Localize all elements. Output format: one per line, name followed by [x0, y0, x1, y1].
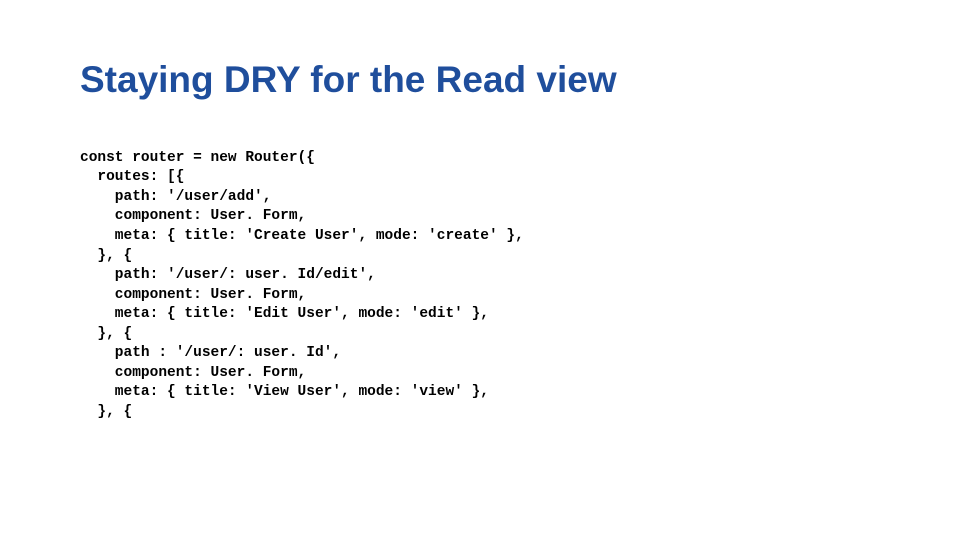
code-line: }, { — [80, 404, 132, 420]
code-line: meta: { title: 'Edit User', mode: 'edit'… — [80, 306, 489, 322]
slide-title: Staying DRY for the Read view — [80, 60, 880, 101]
code-line: component: User. Form, — [80, 208, 306, 224]
code-line: component: User. Form, — [80, 287, 306, 303]
code-block: const router = new Router({ routes: [{ p… — [80, 149, 880, 423]
slide: Staying DRY for the Read view const rout… — [0, 0, 960, 540]
code-line: }, { — [80, 248, 132, 264]
code-line: component: User. Form, — [80, 365, 306, 381]
code-line: path: '/user/: user. Id/edit', — [80, 267, 376, 283]
code-line: meta: { title: 'View User', mode: 'view'… — [80, 384, 489, 400]
code-line: routes: [{ — [80, 169, 184, 185]
code-line: meta: { title: 'Create User', mode: 'cre… — [80, 228, 524, 244]
code-line: path : '/user/: user. Id', — [80, 345, 341, 361]
code-line: }, { — [80, 326, 132, 342]
code-line: const router = new Router({ — [80, 150, 315, 166]
code-line: path: '/user/add', — [80, 189, 271, 205]
